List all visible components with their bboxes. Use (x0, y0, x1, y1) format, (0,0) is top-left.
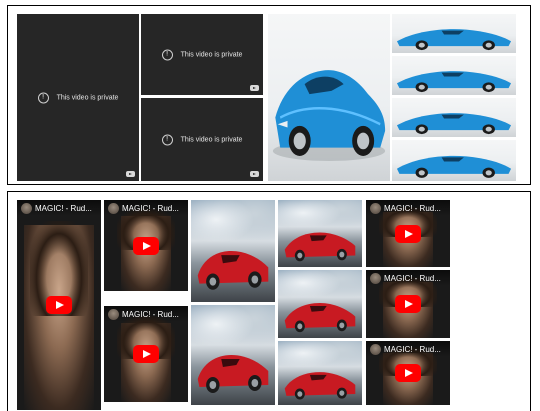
bottom-gallery-panel: MAGIC! - Rud... MAGIC! - Rud... MAGIC! -… (7, 191, 531, 411)
youtube-logo-icon (250, 171, 259, 177)
play-icon[interactable] (133, 236, 159, 255)
youtube-logo-icon (250, 85, 259, 91)
channel-avatar (370, 272, 381, 284)
red-car-illustration (284, 303, 356, 333)
red-car-illustration (197, 251, 269, 290)
blue-ferrari-image[interactable] (268, 14, 390, 181)
play-icon[interactable] (46, 296, 72, 314)
info-icon: ! (161, 49, 173, 60)
private-video-message: This video is private (56, 94, 119, 101)
red-ferrari-thumb[interactable] (278, 270, 362, 338)
red-ferrari-image[interactable] (191, 305, 275, 405)
blue-car-illustration (396, 155, 512, 178)
channel-avatar (21, 202, 32, 214)
video-title: MAGIC! - Rud... (122, 309, 179, 319)
info-icon: ! (161, 134, 173, 145)
info-icon: ! (37, 92, 49, 103)
private-video-tile[interactable]: ! This video is private (17, 14, 139, 181)
youtube-video-tile[interactable]: MAGIC! - Rud... (104, 200, 188, 291)
youtube-logo-icon (126, 171, 135, 177)
play-icon[interactable] (395, 295, 421, 313)
blue-ferrari-thumb[interactable] (392, 98, 516, 137)
youtube-video-tile[interactable]: MAGIC! - Rud... (17, 200, 101, 410)
private-video-tile[interactable]: ! This video is private (141, 98, 263, 181)
blue-ferrari-thumb[interactable] (392, 14, 516, 53)
private-video-message: This video is private (180, 51, 243, 58)
channel-avatar (108, 202, 119, 214)
youtube-video-tile[interactable]: MAGIC! - Rud... (104, 306, 188, 402)
video-title: MAGIC! - Rud... (384, 203, 441, 213)
blue-car-illustration (396, 71, 512, 93)
top-gallery-panel: ! This video is private ! This video is pr… (7, 5, 531, 185)
channel-avatar (370, 202, 381, 214)
youtube-video-tile[interactable]: MAGIC! - Rud... (366, 341, 450, 405)
red-car-illustration (284, 372, 356, 400)
video-title: MAGIC! - Rud... (122, 203, 179, 213)
blue-car-illustration (396, 113, 512, 135)
video-title: MAGIC! - Rud... (384, 273, 441, 283)
youtube-video-tile[interactable]: MAGIC! - Rud... (366, 270, 450, 338)
private-video-message: This video is private (180, 136, 243, 143)
blue-ferrari-thumb[interactable] (392, 140, 516, 181)
blue-car-illustration (272, 70, 386, 161)
blue-car-illustration (396, 29, 512, 51)
red-ferrari-image[interactable] (191, 200, 275, 302)
red-car-illustration (197, 355, 269, 393)
red-car-illustration (284, 232, 356, 262)
red-ferrari-thumb[interactable] (278, 200, 362, 267)
red-ferrari-thumb[interactable] (278, 341, 362, 405)
video-title: MAGIC! - Rud... (384, 344, 441, 354)
youtube-video-tile[interactable]: MAGIC! - Rud... (366, 200, 450, 267)
play-icon[interactable] (133, 345, 159, 363)
video-title: MAGIC! - Rud... (35, 203, 92, 213)
play-icon[interactable] (395, 364, 421, 382)
blue-ferrari-thumb[interactable] (392, 56, 516, 95)
channel-avatar (108, 308, 119, 320)
play-icon[interactable] (395, 224, 421, 243)
private-video-tile[interactable]: ! This video is private (141, 14, 263, 95)
channel-avatar (370, 343, 381, 355)
